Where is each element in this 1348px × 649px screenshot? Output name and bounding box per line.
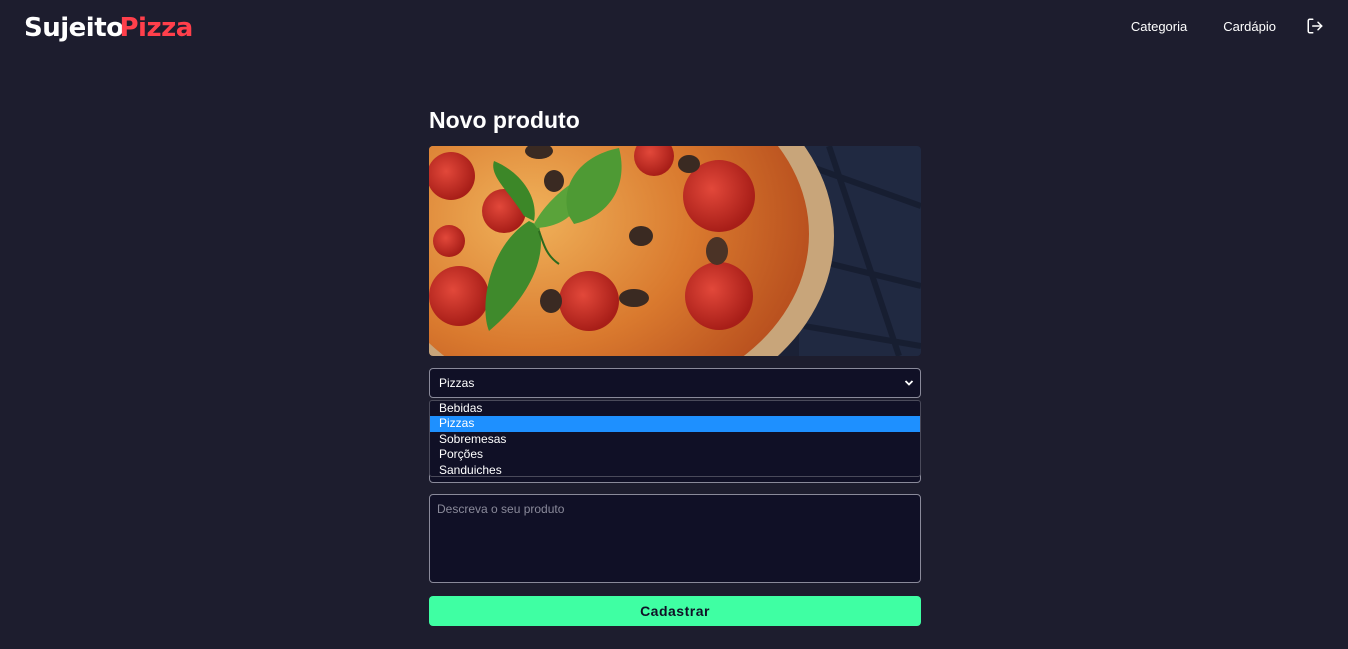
chevron-down-icon [904, 380, 914, 386]
category-option-sobremesas[interactable]: Sobremesas [430, 432, 920, 447]
product-image-upload[interactable] [429, 146, 921, 356]
submit-button[interactable]: Cadastrar [429, 596, 921, 626]
category-option-pizzas[interactable]: Pizzas [430, 416, 920, 432]
logout-icon[interactable] [1306, 17, 1324, 35]
category-select[interactable]: Pizzas [429, 368, 921, 398]
category-option-sanduiches[interactable]: Sanduiches [430, 463, 920, 476]
description-textarea[interactable]: Descreva o seu produto [429, 494, 921, 583]
category-option-bebidas[interactable]: Bebidas [430, 401, 920, 416]
pizza-photo [429, 146, 921, 356]
category-option-porcoes[interactable]: Porções [430, 447, 920, 462]
header: SujeitoPizza Categoria Cardápio [0, 0, 1348, 58]
category-dropdown: Bebidas Pizzas Sobremesas Porções Sandui… [429, 400, 921, 477]
nav-link-cardapio[interactable]: Cardápio [1223, 19, 1276, 34]
logo-part2: Pizza [119, 13, 193, 43]
nav-link-categoria[interactable]: Categoria [1131, 19, 1187, 34]
nav: Categoria Cardápio [1095, 17, 1324, 35]
logo-part1: Sujeito [24, 13, 124, 43]
new-product-form: Novo produto Pizzas Bebidas Pizzas Sobre… [429, 105, 921, 626]
logo[interactable]: SujeitoPizza [24, 13, 193, 43]
page-title: Novo produto [429, 107, 580, 133]
category-select-value: Pizzas [439, 376, 475, 390]
